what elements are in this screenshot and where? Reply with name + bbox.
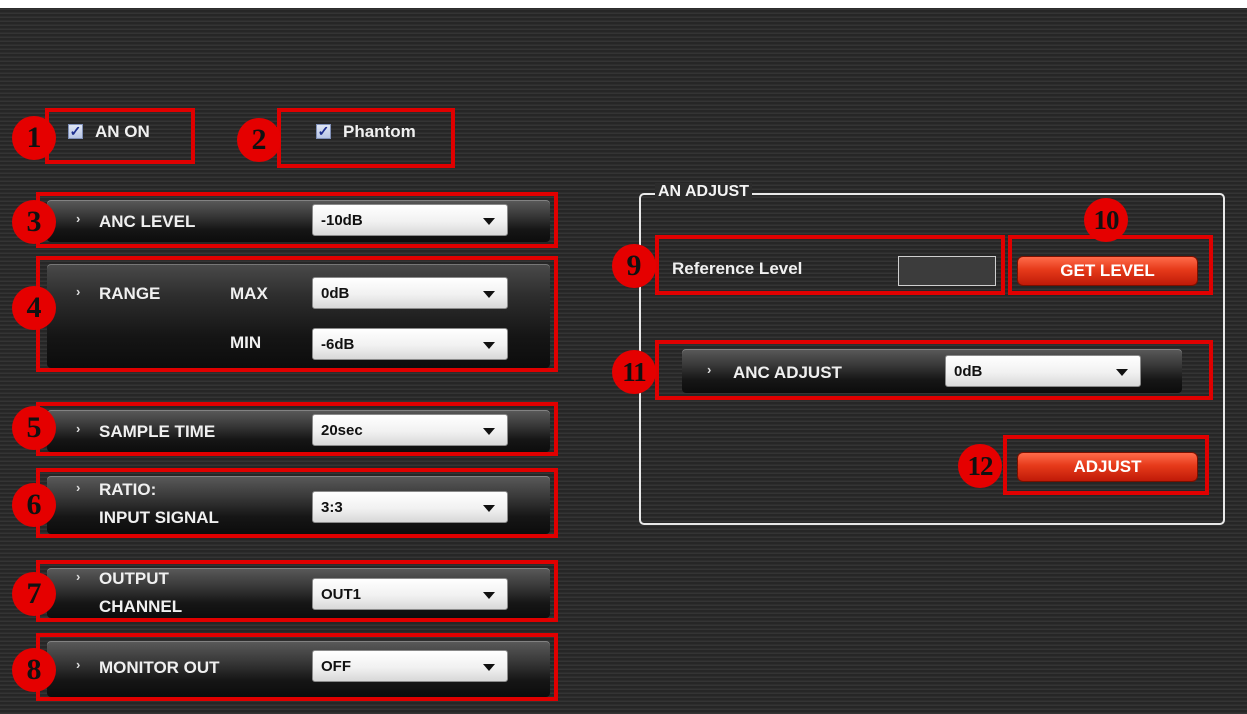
output-channel-select[interactable]: OUT1 [312, 578, 508, 610]
chevron-down-icon [483, 342, 495, 349]
badge-5: 5 [12, 406, 56, 450]
anc-level-label: ANC LEVEL [99, 212, 196, 231]
badge-4: 4 [12, 286, 56, 330]
anc-adjust-value: 0dB [954, 363, 983, 380]
ratio-label-line2: INPUT SIGNAL [99, 508, 219, 527]
phantom-label: Phantom [343, 122, 416, 141]
monitor-out-arrow-icon: › [76, 657, 81, 672]
chevron-down-icon [483, 218, 495, 225]
reference-level-label: Reference Level [672, 259, 803, 278]
badge-10: 10 [1084, 198, 1128, 242]
sample-time-label: SAMPLE TIME [99, 422, 216, 441]
monitor-out-value: OFF [321, 658, 351, 675]
range-min-label: MIN [230, 333, 262, 352]
range-arrow-icon: › [76, 284, 81, 299]
output-channel-label-line2: CHANNEL [99, 597, 183, 616]
an-on-checkbox[interactable]: ✓ [68, 124, 83, 139]
range-max-value: 0dB [321, 285, 350, 302]
chevron-down-icon [1116, 369, 1128, 376]
ratio-label-line1: RATIO: [99, 480, 157, 499]
an-adjust-title: AN ADJUST [655, 183, 752, 201]
badge-11: 11 [612, 350, 656, 394]
badge-9: 9 [612, 244, 656, 288]
chevron-down-icon [483, 505, 495, 512]
an-on-label: AN ON [95, 122, 150, 141]
top-white-strip [0, 0, 1247, 8]
reference-level-display [898, 256, 996, 286]
anc-adjust-label: ANC ADJUST [733, 363, 842, 382]
anc-level-arrow-icon: › [76, 211, 81, 226]
range-min-select[interactable]: -6dB [312, 328, 508, 360]
ratio-value: 3:3 [321, 499, 343, 516]
ratio-arrow-icon: › [76, 480, 81, 495]
range-max-select[interactable]: 0dB [312, 277, 508, 309]
badge-7: 7 [12, 572, 56, 616]
badge-2: 2 [237, 118, 281, 162]
adjust-button[interactable]: ADJUST [1017, 452, 1198, 482]
output-channel-value: OUT1 [321, 586, 362, 603]
range-max-label: MAX [230, 284, 268, 303]
badge-12: 12 [958, 444, 1002, 488]
get-level-button[interactable]: GET LEVEL [1017, 256, 1198, 286]
badge-6: 6 [12, 483, 56, 527]
output-channel-arrow-icon: › [76, 569, 81, 584]
chevron-down-icon [483, 428, 495, 435]
anc-adjust-select[interactable]: 0dB [945, 355, 1141, 387]
anc-adjust-arrow-icon: › [707, 362, 712, 377]
anc-level-value: -10dB [321, 212, 363, 229]
sample-time-select[interactable]: 20sec [312, 414, 508, 446]
monitor-out-select[interactable]: OFF [312, 650, 508, 682]
chevron-down-icon [483, 592, 495, 599]
output-channel-label-line1: OUTPUT [99, 569, 169, 588]
badge-3: 3 [12, 200, 56, 244]
badge-1: 1 [12, 116, 56, 160]
ratio-select[interactable]: 3:3 [312, 491, 508, 523]
sample-time-arrow-icon: › [76, 421, 81, 436]
phantom-checkbox[interactable]: ✓ [316, 124, 331, 139]
chevron-down-icon [483, 291, 495, 298]
range-label: RANGE [99, 284, 161, 303]
sample-time-value: 20sec [321, 422, 363, 439]
badge-8: 8 [12, 648, 56, 692]
chevron-down-icon [483, 664, 495, 671]
range-min-value: -6dB [321, 336, 355, 353]
monitor-out-label: MONITOR OUT [99, 658, 220, 677]
anc-level-select[interactable]: -10dB [312, 204, 508, 236]
